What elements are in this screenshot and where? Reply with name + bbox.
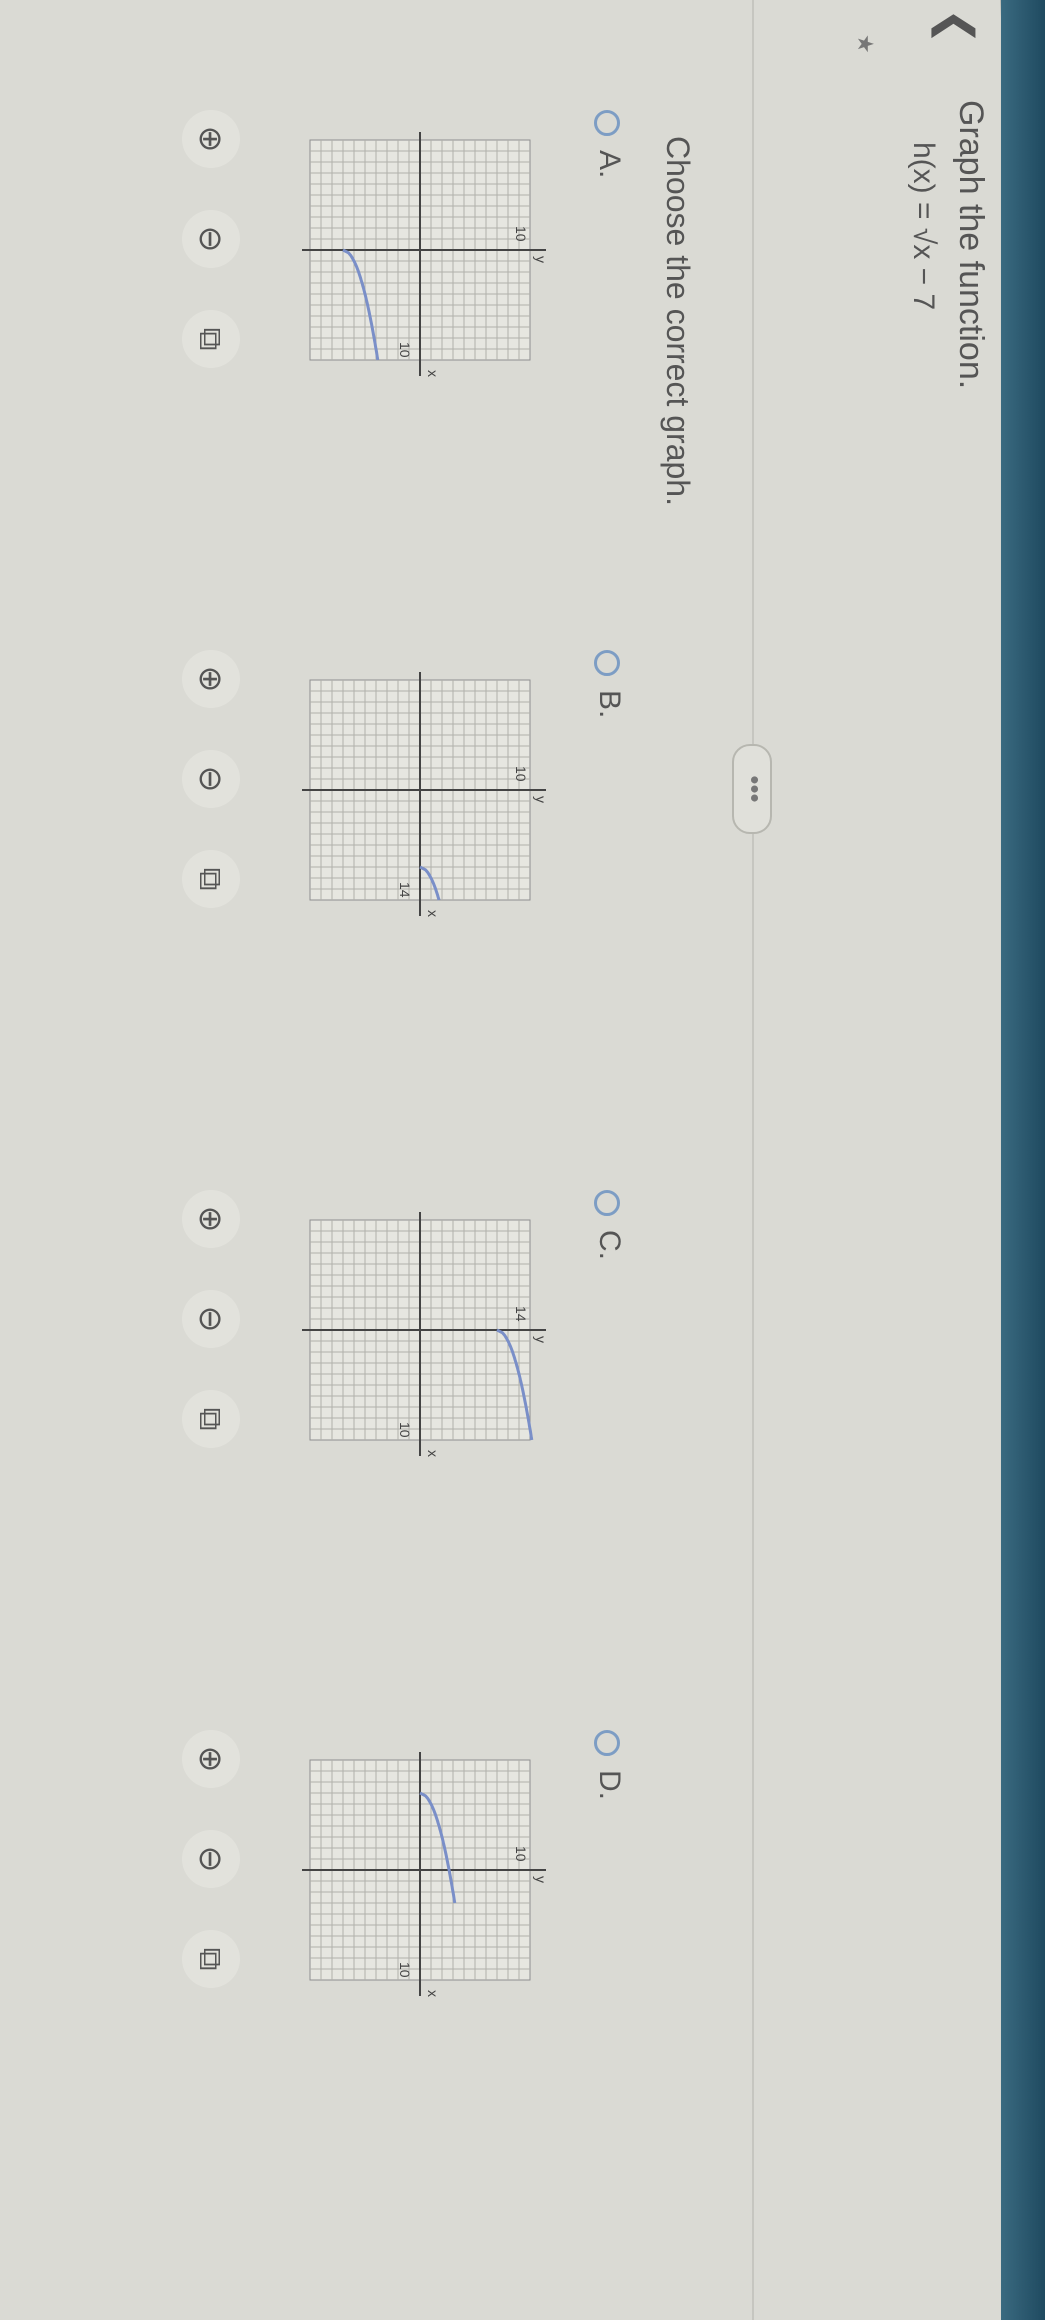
zoom-out-icon[interactable]: ⊖: [182, 1290, 240, 1348]
x-tick-label: 10: [397, 1962, 413, 1978]
option-label: C.: [593, 1230, 626, 1260]
x-tick-label: 14: [397, 882, 413, 898]
option-graph: x y 10 14: [302, 1212, 549, 1457]
popout-icon[interactable]: ⧉: [182, 1390, 240, 1448]
y-axis-label: y: [533, 1336, 549, 1343]
option-a[interactable]: A. x y 10 10 ⊕ ⊖ ⧉: [20, 110, 626, 630]
x-axis-label: x: [425, 1990, 441, 1997]
graph-tools: ⊕ ⊖ ⧉: [140, 650, 240, 950]
option-label: B.: [593, 690, 626, 719]
x-axis-label: x: [425, 910, 441, 917]
rotated-screen: ❮ ★ Graph the function. h(x) = √x − 7 ••…: [0, 0, 1000, 2320]
y-tick-label: 10: [513, 1846, 529, 1862]
option-label: A.: [593, 150, 626, 179]
divider: [752, 0, 754, 2320]
graph-tools: ⊕ ⊖ ⧉: [140, 110, 240, 410]
y-tick-label: 14: [513, 1306, 529, 1322]
zoom-in-icon[interactable]: ⊕: [182, 650, 240, 708]
x-axis-label: x: [425, 1450, 441, 1457]
radio-button[interactable]: [594, 1190, 620, 1216]
zoom-out-icon[interactable]: ⊖: [182, 210, 240, 268]
y-axis-label: y: [533, 256, 549, 263]
y-tick-label: 10: [513, 226, 529, 242]
photo-right-edge: [1001, 0, 1045, 2320]
y-axis-label: y: [533, 796, 549, 803]
option-label: D.: [593, 1770, 626, 1800]
star-icon: ★: [853, 34, 878, 54]
x-tick-label: 10: [397, 342, 413, 358]
zoom-in-icon[interactable]: ⊕: [182, 1190, 240, 1248]
option-b[interactable]: B. x y 14 10 ⊕ ⊖ ⧉: [20, 650, 626, 1170]
zoom-in-icon[interactable]: ⊕: [182, 110, 240, 168]
x-tick-label: 10: [397, 1422, 413, 1438]
popout-icon[interactable]: ⧉: [182, 310, 240, 368]
graph-tools: ⊕ ⊖ ⧉: [140, 1190, 240, 1490]
option-graph: x y 14 10: [302, 672, 549, 917]
radio-button[interactable]: [594, 650, 620, 676]
question-title: Graph the function.: [952, 100, 990, 390]
option-graph: x y 10 10: [302, 1752, 549, 1997]
zoom-out-icon[interactable]: ⊖: [182, 1830, 240, 1888]
radio-button[interactable]: [594, 1730, 620, 1756]
back-arrow-icon[interactable]: ❮: [931, 8, 982, 45]
option-graph: x y 10 10: [302, 132, 549, 377]
zoom-out-icon[interactable]: ⊖: [182, 750, 240, 808]
more-button[interactable]: •••: [732, 744, 772, 834]
radio-button[interactable]: [594, 110, 620, 136]
popout-icon[interactable]: ⧉: [182, 1930, 240, 1988]
zoom-in-icon[interactable]: ⊕: [182, 1730, 240, 1788]
option-c[interactable]: C. x y 10 14 ⊕ ⊖ ⧉: [20, 1190, 626, 1710]
question-function: h(x) = √x − 7: [907, 142, 940, 311]
y-axis-label: y: [533, 1876, 549, 1883]
prompt-text: Choose the correct graph.: [660, 136, 696, 506]
x-axis-label: x: [425, 370, 441, 377]
popout-icon[interactable]: ⧉: [182, 850, 240, 908]
option-d[interactable]: D. x y 10 10 ⊕ ⊖ ⧉: [20, 1730, 626, 2250]
y-tick-label: 10: [513, 766, 529, 782]
graph-tools: ⊕ ⊖ ⧉: [140, 1730, 240, 2030]
